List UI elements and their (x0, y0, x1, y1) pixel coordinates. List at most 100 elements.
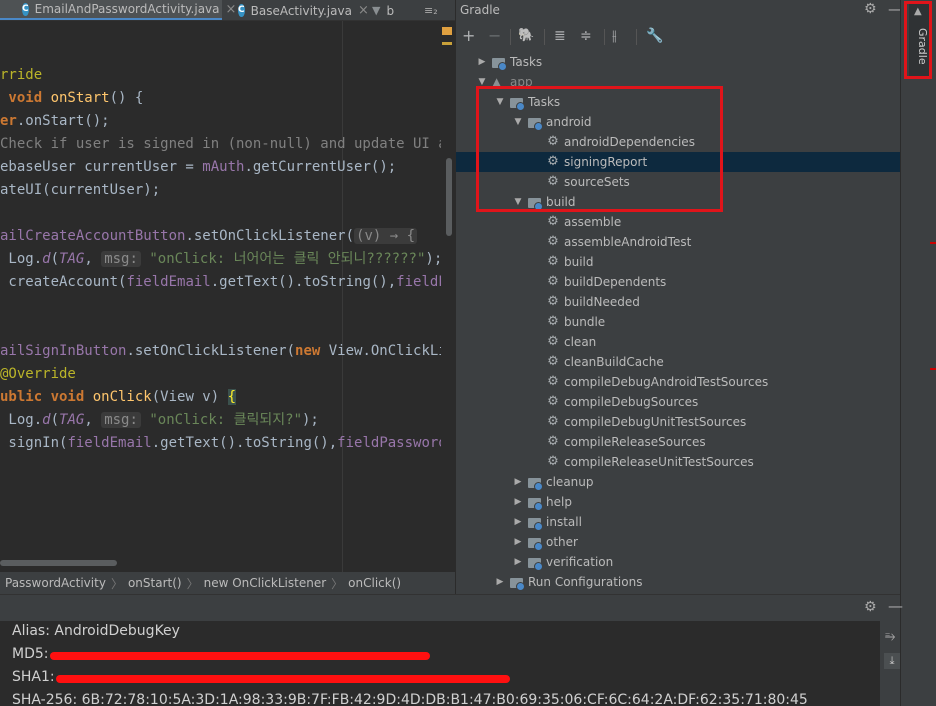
gradle-task-item[interactable]: ⚙ compileDebugAndroidTestSources (546, 372, 768, 392)
tree-node-label: cleanup (546, 475, 594, 489)
remove-icon[interactable]: − (488, 25, 501, 47)
gradle-task-item[interactable]: ⚙ cleanBuildCache (546, 352, 664, 372)
editor-horizontal-scrollbar[interactable] (0, 560, 117, 566)
gradle-header: Gradle ⚙ — (456, 0, 900, 22)
code-line: ateUI(currentUser); (0, 182, 161, 198)
task-folder-icon (510, 576, 525, 591)
gear-icon: ⚙ (547, 234, 559, 249)
output-line: Alias: AndroidDebugKey (12, 623, 180, 639)
gradle-task-item[interactable]: ⚙ compileDebugUnitTestSources (546, 412, 746, 432)
chevron-right-icon: 〉 (186, 576, 199, 591)
gear-icon: ⚙ (547, 294, 559, 309)
task-folder-icon (492, 56, 507, 71)
output-line: MD5: (12, 646, 49, 662)
warning-marker[interactable] (442, 27, 452, 35)
task-folder-icon (528, 536, 543, 551)
toolbar-divider (510, 29, 511, 45)
code-line: ebaseUser currentUser = mAuth.getCurrent… (0, 159, 397, 175)
chevron-right-icon[interactable]: ▶ (512, 552, 524, 572)
gradle-tree-node[interactable]: ▶ Run Configurations (494, 572, 642, 592)
edge-marker (930, 242, 936, 244)
gear-icon[interactable]: ⚙ (864, 599, 877, 615)
right-tool-strip (900, 0, 936, 706)
tree-node-label: Run Configurations (528, 575, 643, 589)
tab-overflow-button[interactable]: ≡₂ (424, 0, 438, 20)
highlight-box (476, 86, 723, 212)
add-icon[interactable]: + (462, 25, 475, 47)
java-class-icon: C (238, 4, 245, 17)
gradle-task-item[interactable]: ⚙ buildNeeded (546, 292, 640, 312)
code-line: Log.d(TAG, msg: "onClick: 너어어는 클릭 안되니???… (0, 251, 443, 267)
expand-all-icon[interactable]: ≣ (554, 25, 566, 47)
highlight-box (904, 1, 932, 79)
soft-wrap-icon[interactable]: ⥱ (885, 629, 895, 644)
output-header: ⚙ — (0, 595, 903, 621)
redaction-mark (56, 675, 510, 683)
code-line: @Override (0, 366, 76, 382)
tab-base-activity[interactable]: C BaseActivity.java × (228, 0, 369, 20)
gradle-task-item[interactable]: ⚙ assemble (546, 212, 621, 232)
minimize-icon[interactable]: — (888, 0, 900, 18)
toolbar-divider (544, 29, 545, 45)
tab-email-and-password-activity[interactable]: C EmailAndPasswordActivity.java × (0, 0, 236, 20)
minimize-icon[interactable]: — (888, 597, 903, 615)
elephant-icon: ▼ (372, 4, 381, 17)
chevron-right-icon[interactable]: ▶ (512, 532, 524, 552)
gear-icon: ⚙ (547, 274, 559, 289)
code-line: signIn(fieldEmail.getText().toString(),f… (0, 435, 455, 451)
run-output-panel[interactable]: ⚙ — ⥱ ⤓ Alias: AndroidDebugKey MD5: SHA1… (0, 594, 903, 706)
scroll-to-end-icon[interactable]: ⤓ (884, 653, 900, 669)
chevron-right-icon[interactable]: ▶ (512, 472, 524, 492)
gradle-tree-node[interactable]: ▶ other (512, 532, 578, 552)
gradle-task-item[interactable]: ⚙ buildDependents (546, 272, 666, 292)
chevron-right-icon[interactable]: ▶ (512, 492, 524, 512)
edge-marker (930, 368, 936, 370)
tree-node-label: buildDependents (564, 275, 667, 289)
output-line: SHA1: (12, 669, 55, 685)
chevron-right-icon[interactable]: ▶ (476, 52, 488, 72)
chevron-right-icon[interactable]: ▶ (512, 512, 524, 532)
chevron-right-icon: 〉 (110, 576, 123, 591)
gradle-task-item[interactable]: ⚙ build (546, 252, 594, 272)
gear-icon: ⚙ (547, 414, 559, 429)
breadcrumb: PasswordActivity 〉 onStart() 〉 new OnCli… (0, 572, 455, 594)
tree-node-label: bundle (564, 315, 606, 329)
breadcrumb-item[interactable]: new OnClickListener (199, 576, 332, 590)
gradle-tree-node[interactable]: ▶ cleanup (512, 472, 594, 492)
gradle-task-item[interactable]: ⚙ compileReleaseSources (546, 432, 705, 452)
elephant-icon[interactable]: 🐘 (518, 25, 534, 47)
wrench-icon[interactable]: 🔧 (646, 25, 663, 47)
tree-node-label: compileDebugAndroidTestSources (564, 375, 769, 389)
gradle-task-item[interactable]: ⚙ bundle (546, 312, 605, 332)
breadcrumb-item[interactable]: PasswordActivity (0, 576, 111, 590)
gradle-task-item[interactable]: ⚙ assembleAndroidTest (546, 232, 691, 252)
gradle-tree-node[interactable]: ▶ Tasks (476, 52, 542, 72)
gradle-tree-node[interactable]: ▶ install (512, 512, 582, 532)
toolbar-divider (636, 29, 637, 45)
code-editor[interactable]: C EmailAndPasswordActivity.java × C Base… (0, 0, 455, 594)
chevron-right-icon[interactable]: ▶ (494, 572, 506, 592)
panel-title: Gradle (460, 3, 500, 17)
gradle-task-item[interactable]: ⚙ clean (546, 332, 596, 352)
breadcrumb-item[interactable]: onClick() (343, 576, 406, 590)
gear-icon: ⚙ (547, 214, 559, 229)
output-line: SHA-256: 6B:72:78:10:5A:3D:1A:98:33:9B:7… (12, 692, 808, 706)
warning-marker[interactable] (442, 42, 452, 45)
gradle-task-item[interactable]: ⚙ compileDebugSources (546, 392, 698, 412)
tab-build-gradle[interactable]: ▼ b (366, 0, 416, 20)
toggle-offline-icon[interactable]: ⫲ (612, 25, 617, 47)
tree-node-label: help (546, 495, 572, 509)
gradle-tree-node[interactable]: ▶ verification (512, 552, 613, 572)
task-folder-icon (528, 476, 543, 491)
editor-vertical-scrollbar[interactable] (446, 158, 452, 236)
gear-icon: ⚙ (547, 374, 559, 389)
tree-node-label: compileDebugUnitTestSources (564, 415, 747, 429)
tree-node-label: compileDebugSources (564, 395, 699, 409)
gear-icon[interactable]: ⚙ (864, 1, 877, 17)
tree-node-label: build (564, 255, 594, 269)
gradle-tree-node[interactable]: ▶ help (512, 492, 572, 512)
breadcrumb-item[interactable]: onStart() (123, 576, 187, 590)
tree-node-label: other (546, 535, 578, 549)
gradle-task-item[interactable]: ⚙ compileReleaseUnitTestSources (546, 452, 754, 472)
collapse-all-icon[interactable]: ≑ (580, 25, 592, 47)
